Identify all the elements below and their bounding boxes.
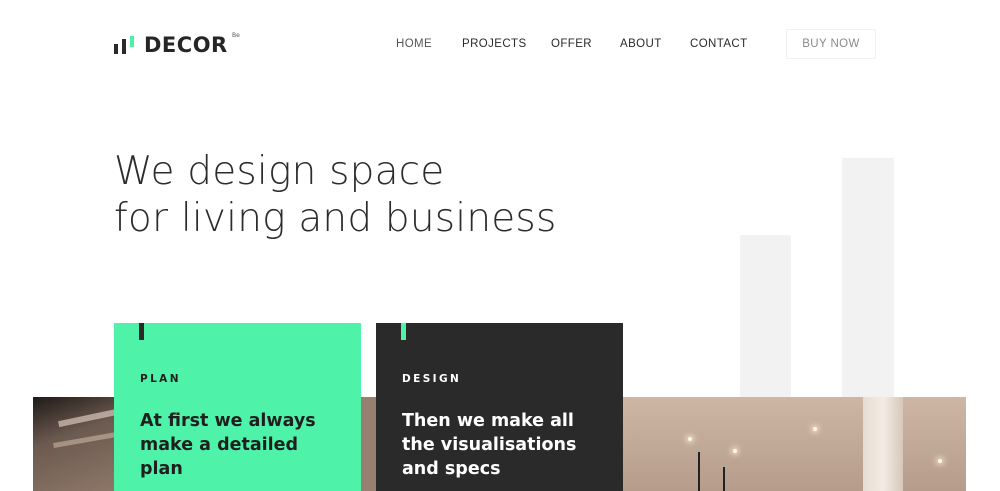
nav-item-about[interactable]: ABOUT xyxy=(620,38,662,50)
plan-card-text: At first we always make a detailed plan xyxy=(140,411,316,479)
nav-item-offer[interactable]: OFFER xyxy=(551,38,592,50)
card-accent-tick xyxy=(401,323,406,340)
site-header: DECOR Be HOME PROJECTS OFFER ABOUT CONTA… xyxy=(0,0,1000,90)
card-accent-tick xyxy=(139,323,144,340)
buy-now-button[interactable]: BUY NOW xyxy=(786,29,876,59)
nav-item-contact[interactable]: CONTACT xyxy=(690,38,748,50)
nav-item-home[interactable]: HOME xyxy=(396,38,432,50)
hero-title-line-1: We design space xyxy=(114,149,445,194)
brand-name: DECOR xyxy=(144,33,228,57)
design-card: DESIGN Then we make all the visualisatio… xyxy=(376,323,623,491)
hero-title-line-2: for living and business xyxy=(114,196,557,241)
plan-card: PLAN At first we always make a detailed … xyxy=(114,323,361,491)
design-card-label: DESIGN xyxy=(402,373,462,385)
brand-superscript: Be xyxy=(232,32,240,39)
decorative-bar-short xyxy=(740,235,791,397)
decorative-bar-tall xyxy=(842,158,894,397)
plan-card-label: PLAN xyxy=(140,373,181,385)
hero-title: We design space for living and business xyxy=(114,148,556,242)
design-card-text: Then we make all the visualisations and … xyxy=(402,411,577,479)
nav-item-projects[interactable]: PROJECTS xyxy=(462,38,527,50)
brand-logo[interactable]: DECOR Be xyxy=(114,32,240,57)
bar-chart-logo-icon xyxy=(114,36,138,56)
